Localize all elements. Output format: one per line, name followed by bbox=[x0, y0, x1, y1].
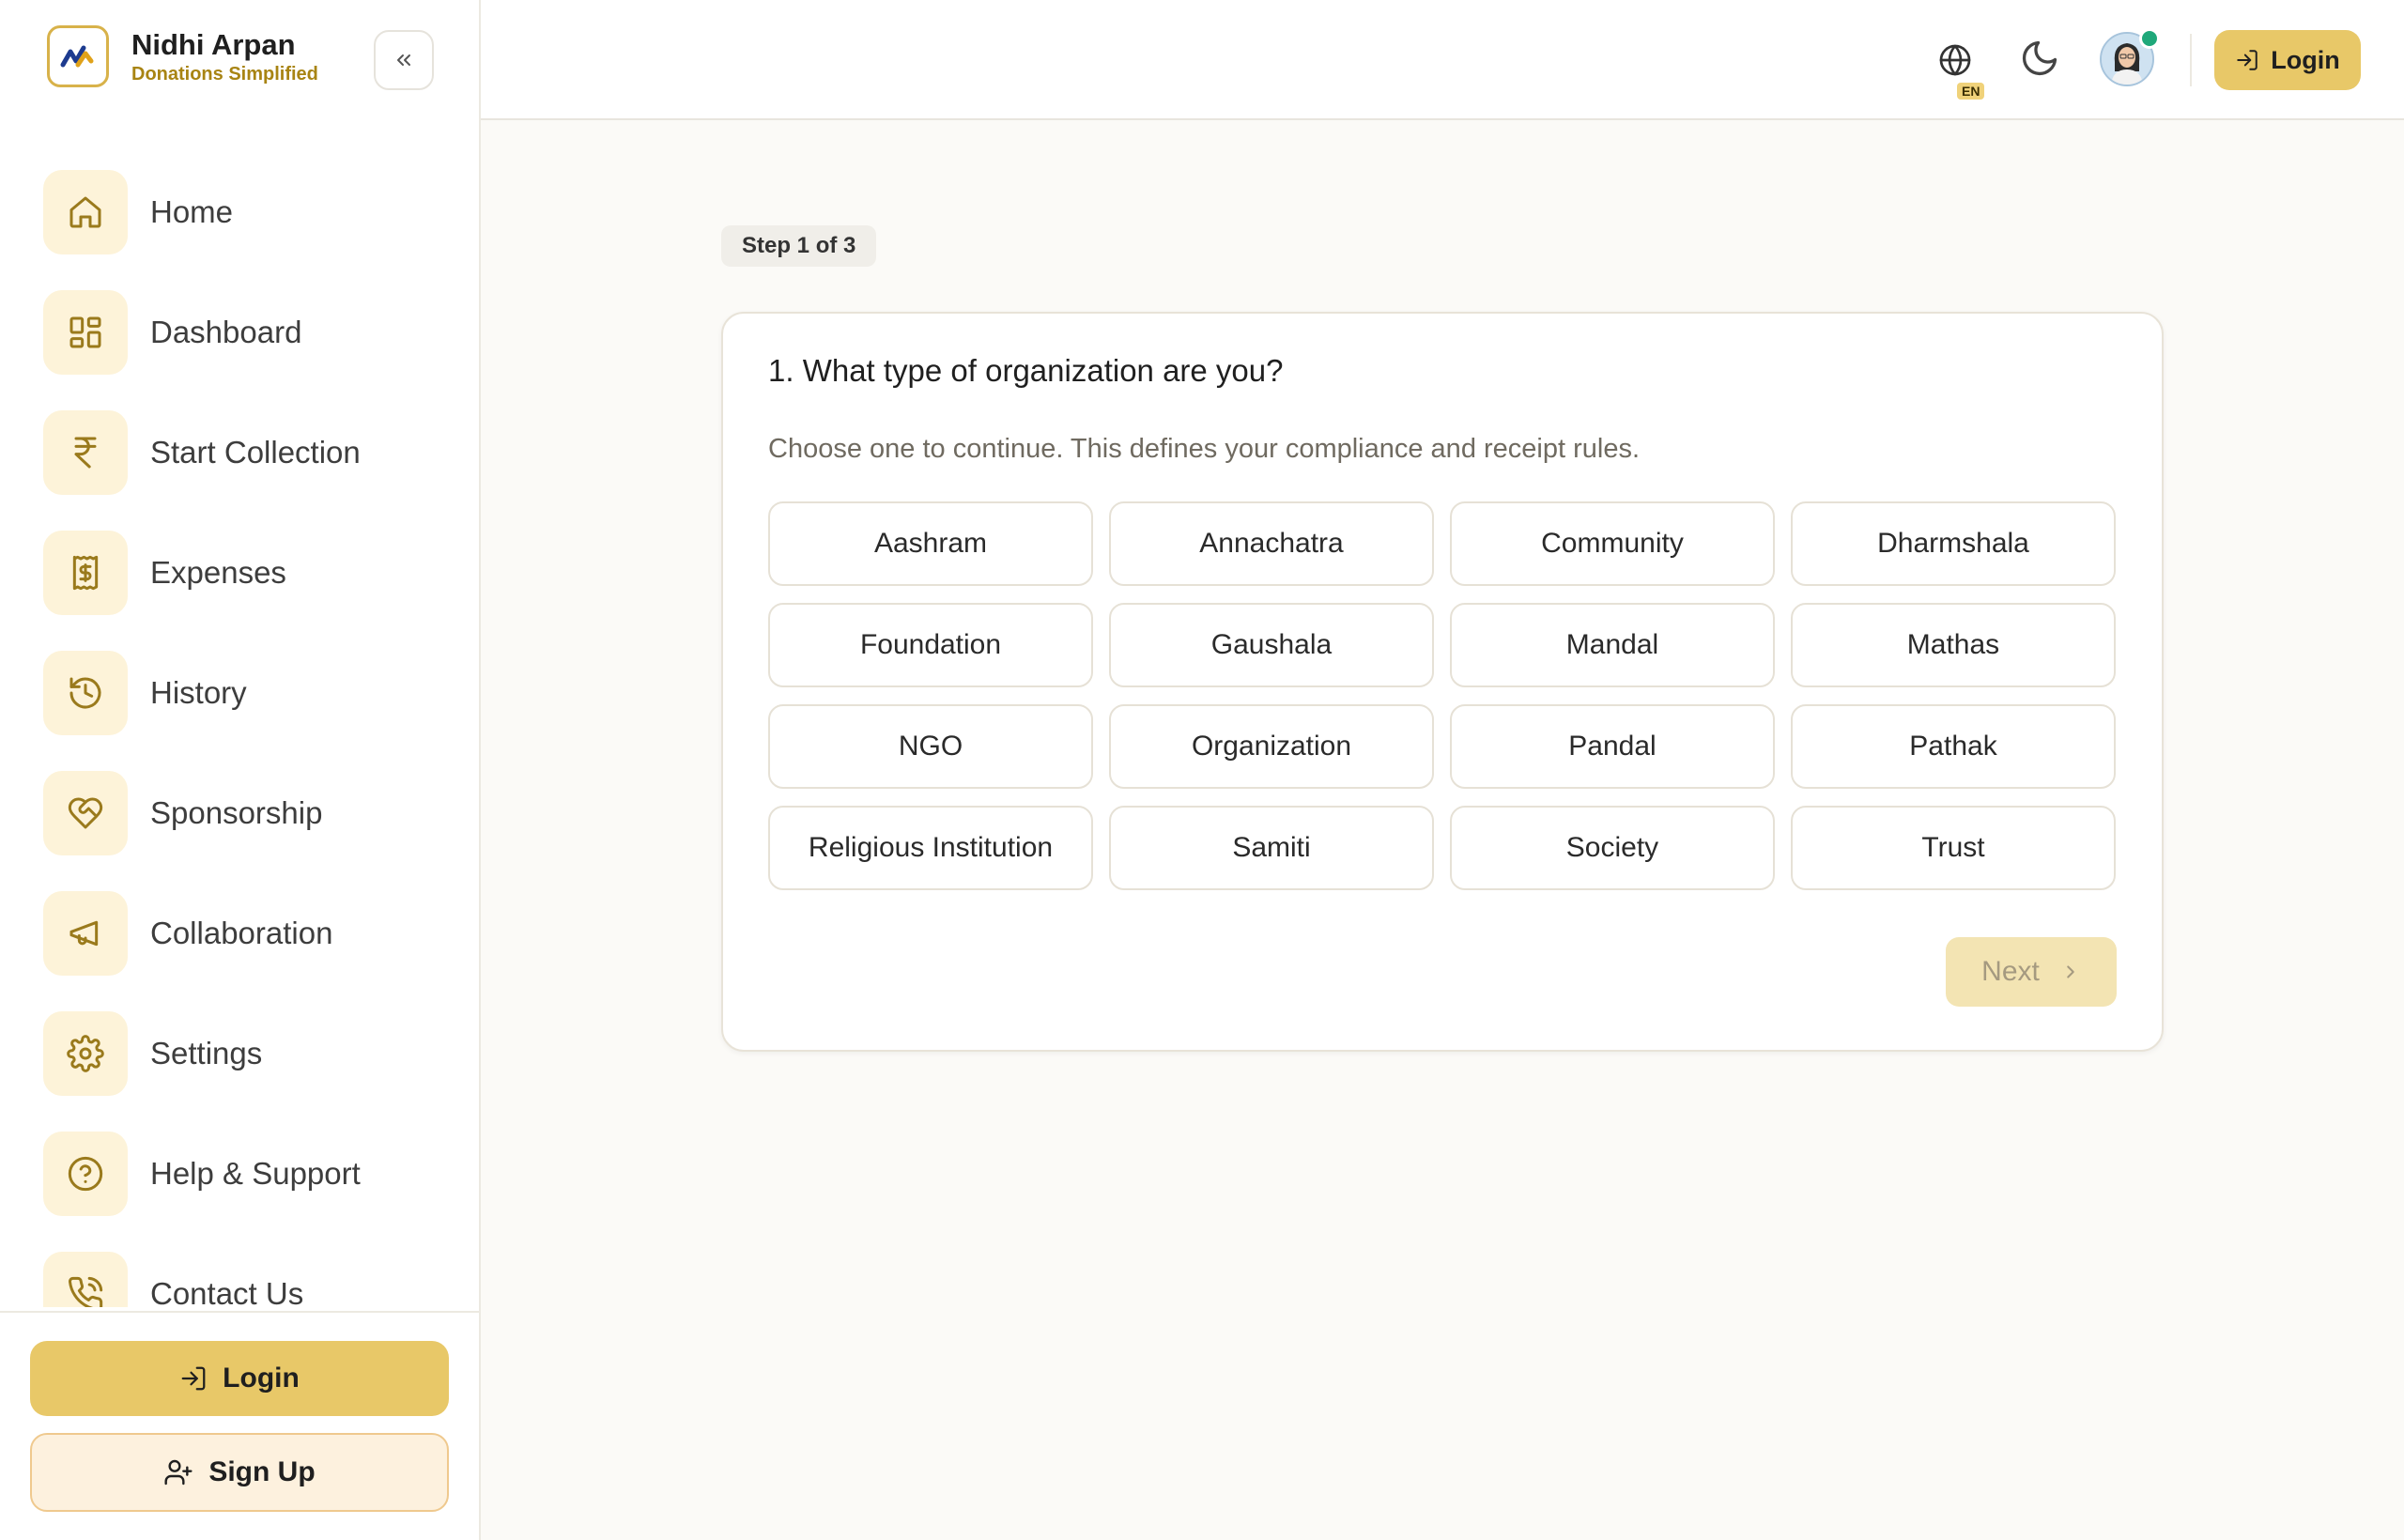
sidebar-item-history[interactable]: History bbox=[43, 633, 456, 753]
option-mathas[interactable]: Mathas bbox=[1791, 603, 2116, 687]
globe-icon bbox=[1939, 44, 1971, 76]
megaphone-icon bbox=[69, 920, 99, 947]
help-circle-icon bbox=[68, 1156, 103, 1192]
option-religious-institution[interactable]: Religious Institution bbox=[768, 806, 1093, 890]
option-community[interactable]: Community bbox=[1450, 501, 1775, 586]
topbar-login-button[interactable]: Login bbox=[2214, 30, 2361, 90]
sidebar-item-label: Contact Us bbox=[150, 1276, 304, 1307]
sidebar: Nidhi Arpan Donations Simplified Home Da… bbox=[0, 0, 481, 1540]
sidebar-item-sponsorship[interactable]: Sponsorship bbox=[43, 753, 456, 873]
login-icon bbox=[181, 1366, 206, 1391]
grid-icon bbox=[69, 316, 101, 348]
option-ngo[interactable]: NGO bbox=[768, 704, 1093, 789]
sidebar-item-label: Expenses bbox=[150, 555, 286, 590]
brand-logo bbox=[47, 25, 109, 87]
login-icon bbox=[2237, 50, 2258, 70]
option-gaushala[interactable]: Gaushala bbox=[1109, 603, 1434, 687]
sidebar-item-dashboard[interactable]: Dashboard bbox=[43, 272, 456, 393]
option-annachatra[interactable]: Annachatra bbox=[1109, 501, 1434, 586]
topbar: EN Login bbox=[481, 0, 2404, 120]
sidebar-item-label: Dashboard bbox=[150, 315, 302, 349]
sidebar-item-contact-us[interactable]: Contact Us bbox=[43, 1234, 456, 1307]
sidebar-signup-label: Sign Up bbox=[208, 1456, 316, 1487]
sidebar-auth-actions: Login Sign Up bbox=[0, 1311, 479, 1540]
option-trust[interactable]: Trust bbox=[1791, 806, 2116, 890]
topbar-login-label: Login bbox=[2271, 45, 2340, 74]
sidebar-item-start-collection[interactable]: Start Collection bbox=[43, 393, 456, 513]
sidebar-login-button[interactable]: Login bbox=[30, 1341, 449, 1416]
sidebar-signup-button[interactable]: Sign Up bbox=[30, 1433, 449, 1512]
collapse-sidebar-button[interactable] bbox=[374, 30, 434, 90]
sidebar-item-label: Home bbox=[150, 194, 234, 229]
sidebar-item-label: Start Collection bbox=[150, 435, 361, 470]
next-label: Next bbox=[1981, 956, 2040, 987]
sidebar-item-help-support[interactable]: Help & Support bbox=[43, 1114, 456, 1234]
topbar-divider bbox=[2190, 34, 2192, 86]
option-society[interactable]: Society bbox=[1450, 806, 1775, 890]
moon-icon bbox=[2022, 40, 2057, 76]
organization-type-card: 1. What type of organization are you? Ch… bbox=[721, 312, 2164, 1052]
brand-name: Nidhi Arpan bbox=[131, 28, 296, 61]
sidebar-item-expenses[interactable]: Expenses bbox=[43, 513, 456, 633]
rupee-icon bbox=[74, 437, 97, 469]
sidebar-item-collaboration[interactable]: Collaboration bbox=[43, 873, 456, 993]
online-status-dot bbox=[2139, 28, 2160, 49]
history-icon bbox=[69, 677, 101, 709]
chevrons-left-icon bbox=[397, 54, 410, 66]
gear-icon bbox=[67, 1035, 104, 1072]
option-dharmshala[interactable]: Dharmshala bbox=[1791, 501, 2116, 586]
next-button[interactable]: Next bbox=[1946, 937, 2117, 1007]
user-plus-icon bbox=[164, 1459, 193, 1486]
sidebar-nav: Home Dashboard Start Collection Expenses… bbox=[43, 152, 456, 1307]
step-indicator: Step 1 of 3 bbox=[721, 225, 877, 267]
sidebar-login-label: Login bbox=[223, 1363, 300, 1394]
chevron-right-icon bbox=[2067, 965, 2074, 978]
question-title: 1. What type of organization are you? bbox=[768, 353, 1284, 388]
sidebar-item-label: Settings bbox=[150, 1036, 263, 1070]
option-pathak[interactable]: Pathak bbox=[1791, 704, 2116, 789]
option-aashram[interactable]: Aashram bbox=[768, 501, 1093, 586]
sidebar-item-label: History bbox=[150, 675, 247, 710]
language-badge: EN bbox=[1957, 83, 1985, 100]
option-samiti[interactable]: Samiti bbox=[1109, 806, 1434, 890]
sidebar-item-label: Collaboration bbox=[150, 916, 333, 950]
brand[interactable]: Nidhi Arpan Donations Simplified bbox=[47, 24, 318, 88]
sidebar-item-home[interactable]: Home bbox=[43, 152, 456, 272]
receipt-icon bbox=[72, 555, 99, 591]
phone-icon bbox=[69, 1276, 103, 1307]
sidebar-item-settings[interactable]: Settings bbox=[43, 993, 456, 1114]
option-organization[interactable]: Organization bbox=[1109, 704, 1434, 789]
brand-tagline: Donations Simplified bbox=[131, 64, 318, 85]
theme-toggle-button[interactable] bbox=[2019, 38, 2064, 83]
sidebar-item-label: Help & Support bbox=[150, 1156, 361, 1191]
sidebar-item-label: Sponsorship bbox=[150, 795, 323, 830]
heart-handshake-icon bbox=[68, 797, 103, 829]
organization-options: Aashram Annachatra Community Dharmshala … bbox=[768, 501, 2117, 890]
option-mandal[interactable]: Mandal bbox=[1450, 603, 1775, 687]
home-icon bbox=[69, 196, 101, 228]
option-foundation[interactable]: Foundation bbox=[768, 603, 1093, 687]
option-pandal[interactable]: Pandal bbox=[1450, 704, 1775, 789]
question-subtitle: Choose one to continue. This defines you… bbox=[768, 434, 1641, 464]
